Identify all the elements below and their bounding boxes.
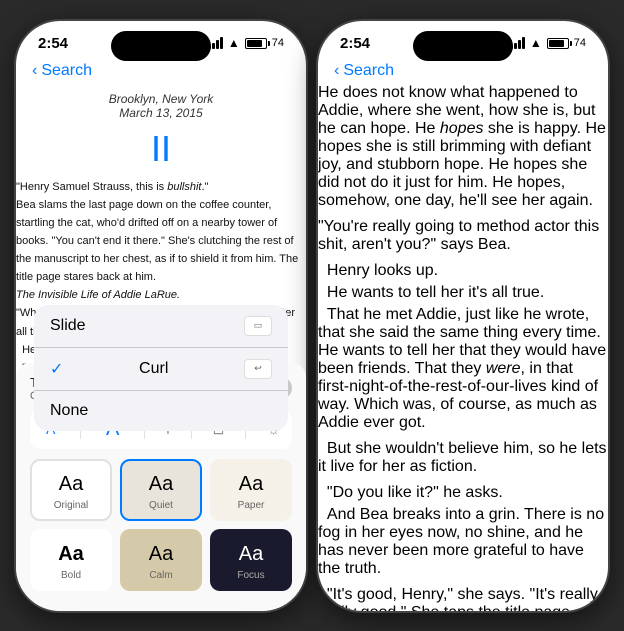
chevron-left-icon-right: ‹: [334, 62, 339, 80]
battery-icon: [245, 38, 267, 49]
chevron-left-icon: ‹: [32, 62, 37, 80]
main-container: 2:54 ▲ 74 ‹ Search B: [0, 0, 624, 631]
reader-content-right: He does not know what happened to Addie,…: [318, 84, 608, 611]
battery-label-left: 74: [272, 37, 284, 49]
status-icons-right: ▲ 74: [510, 36, 586, 50]
option-curl-label: Curl: [139, 360, 168, 378]
time-left: 2:54: [38, 35, 68, 52]
slide-preview-icon: ▭: [244, 316, 272, 336]
theme-original-text: Aa: [59, 473, 83, 496]
theme-bold-label: Bold: [61, 570, 81, 581]
theme-focus-label: Focus: [237, 570, 264, 581]
page-turn-options: Slide ▭ ✓ Curl ↩ None: [34, 305, 288, 431]
battery-label-right: 74: [574, 37, 586, 49]
chapter-number: II: [16, 128, 306, 170]
dynamic-island-right: [413, 31, 513, 61]
theme-paper-label: Paper: [238, 500, 265, 511]
theme-cards: Aa Original Aa Quiet Aa Paper Aa Bold Aa: [30, 459, 292, 591]
phone-left: 2:54 ▲ 74 ‹ Search B: [16, 21, 306, 611]
theme-paper-text: Aa: [239, 473, 263, 496]
theme-quiet-text: Aa: [149, 473, 173, 496]
checkmark-icon: ✓: [50, 359, 63, 379]
theme-original-label: Original: [54, 500, 88, 511]
wifi-icon: ▲: [228, 36, 240, 50]
theme-bold[interactable]: Aa Bold: [30, 529, 112, 591]
time-right: 2:54: [340, 35, 370, 52]
theme-original[interactable]: Aa Original: [30, 459, 112, 521]
theme-focus-text: Aa: [239, 543, 263, 566]
status-icons-left: ▲ 74: [208, 36, 284, 50]
theme-quiet[interactable]: Aa Quiet: [120, 459, 202, 521]
theme-paper[interactable]: Aa Paper: [210, 459, 292, 521]
battery-icon-right: [547, 38, 569, 49]
theme-calm-text: Aa: [149, 543, 173, 566]
theme-calm[interactable]: Aa Calm: [120, 529, 202, 591]
wifi-icon-right: ▲: [530, 36, 542, 50]
dynamic-island: [111, 31, 211, 61]
theme-quiet-label: Quiet: [149, 500, 173, 511]
option-none[interactable]: None: [34, 391, 288, 431]
option-slide[interactable]: Slide ▭: [34, 305, 288, 348]
option-none-label: None: [50, 402, 88, 420]
phone-right: 2:54 ▲ 74 ‹ Search He does no: [318, 21, 608, 611]
theme-calm-label: Calm: [149, 570, 172, 581]
book-location: Brooklyn, New York March 13, 2015: [16, 84, 306, 124]
option-slide-label: Slide: [50, 317, 86, 335]
theme-focus[interactable]: Aa Focus: [210, 529, 292, 591]
theme-bold-text: Aa: [58, 543, 84, 566]
option-curl[interactable]: ✓ Curl ↩: [34, 348, 288, 391]
curl-preview-icon: ↩: [244, 359, 272, 379]
